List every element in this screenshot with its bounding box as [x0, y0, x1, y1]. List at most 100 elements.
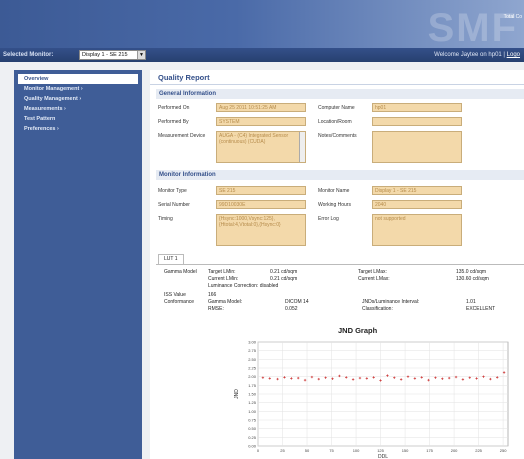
performed-by-label: Performed By	[158, 119, 189, 125]
y-axis-label: JND	[234, 389, 240, 399]
notes-label: Notes/Comments	[318, 133, 357, 139]
jnd-graph: 3.00 2.75 2.50 2.25 2.00 1.75 1.50 1.25 1.00 0.75…	[234, 340, 509, 459]
chevron-down-icon[interactable]: ▼	[137, 51, 145, 59]
iss-value: 166	[208, 292, 217, 298]
y-tick-label: 2.00	[248, 374, 257, 379]
jnd-interval-value: 1.01	[466, 299, 476, 305]
computer-name-field[interactable]: hp01	[372, 103, 462, 112]
working-hours-label: Working Hours	[318, 202, 351, 208]
luminance-correction: Luminance Correction: disabled	[208, 283, 279, 289]
rmse-label: RMSE:	[208, 306, 224, 312]
timing-label: Timing	[158, 216, 173, 222]
nav-item-monitor-management[interactable]: Monitor Management ›	[14, 84, 142, 94]
performed-on-field[interactable]: Aug 25 2011 10:51:25 AM	[216, 103, 306, 112]
main-content: Quality Report General Information Perfo…	[150, 70, 524, 459]
y-tick-label: 1.50	[248, 392, 257, 397]
chart-title: JND Graph	[338, 326, 378, 335]
monitor-info-heading: Monitor Information	[156, 170, 524, 180]
top-bar: Selected Monitor: Display 1 - SE 215 ▼ W…	[0, 48, 524, 62]
jnd-interval-label: JNDs/Luminance Interval:	[362, 299, 420, 305]
location-field[interactable]	[372, 117, 462, 126]
error-log-label: Error Log	[318, 216, 339, 222]
sidebar-nav: Overview Monitor Management › Quality Ma…	[14, 70, 142, 459]
selected-monitor-value: Display 1 - SE 215	[82, 52, 128, 58]
general-info-heading: General Information	[156, 89, 524, 99]
working-hours-field[interactable]: 2040	[372, 200, 462, 209]
measurement-device-field[interactable]: AUGA - (C4) Integrated Sensor (continuou…	[216, 131, 306, 163]
y-tick-label: 0.25	[248, 435, 257, 440]
scrollbar[interactable]	[299, 132, 305, 162]
y-tick-label: 1.00	[248, 409, 257, 414]
banner-corner-text: Total Co	[503, 14, 522, 20]
conformance-label: Conformance	[164, 299, 195, 305]
current-lmax-label: Current LMax:	[358, 276, 390, 282]
title-divider	[150, 84, 524, 85]
monitor-type-label: Monitor Type	[158, 188, 187, 194]
nav-item-preferences[interactable]: Preferences ›	[14, 124, 142, 134]
selected-monitor-label: Selected Monitor:	[3, 52, 54, 58]
measurement-device-label: Measurement Device	[158, 133, 206, 139]
target-lmax-label: Target LMax:	[358, 269, 387, 275]
y-tick-label: 2.50	[248, 357, 257, 362]
y-tick-label: 0.50	[248, 426, 257, 431]
nav-item-overview[interactable]: Overview	[18, 74, 138, 84]
serial-number-label: Serial Number	[158, 202, 190, 208]
current-lmin-value: 0.21 cd/sqm	[270, 276, 298, 282]
x-tick-label: 0	[257, 448, 260, 453]
y-tick-label: 0.75	[248, 418, 257, 423]
logout-link[interactable]: Logo	[507, 52, 520, 58]
y-tick-label: 0.00	[248, 444, 257, 449]
x-tick-label: 250	[500, 448, 507, 453]
x-tick-label: 125	[377, 448, 384, 453]
tab-lut-1[interactable]: LUT 1	[158, 254, 184, 264]
gamma-model-label: Gamma Model	[164, 269, 197, 275]
current-lmin-label: Current LMin:	[208, 276, 239, 282]
app-logo: SMF	[427, 6, 518, 48]
x-tick-label: 225	[475, 448, 482, 453]
iss-label: ISS Value	[164, 292, 186, 298]
target-lmin-value: 0.21 cd/sqm	[270, 269, 298, 275]
rmse-value: 0.052	[285, 306, 298, 312]
target-lmax-value: 135.0 cd/sqm	[456, 269, 487, 275]
welcome-text: Welcome Jaytee on hp01 | Logo	[434, 52, 520, 58]
timing-field[interactable]: {Hsync:1000,Vsync:125},{Htotal:4,Vtotal:…	[216, 214, 306, 246]
x-tick-label: 200	[451, 448, 458, 453]
gamma-model2-value: DICOM 14	[285, 299, 309, 305]
y-tick-label: 2.75	[248, 348, 257, 353]
x-tick-label: 25	[280, 448, 285, 453]
selected-monitor-dropdown[interactable]: Display 1 - SE 215 ▼	[79, 50, 146, 60]
x-tick-label: 50	[305, 448, 310, 453]
target-lmin-label: Target LMin:	[208, 269, 236, 275]
y-tick-label: 1.25	[248, 400, 257, 405]
error-log-field[interactable]: not supported	[372, 214, 462, 246]
x-tick-label: 100	[353, 448, 360, 453]
serial-number-field[interactable]: 99D10030E	[216, 200, 306, 209]
x-tick-label: 150	[402, 448, 409, 453]
performed-by-field[interactable]: SYSTEM	[216, 117, 306, 126]
monitor-type-field[interactable]: SE 215	[216, 186, 306, 195]
computer-name-label: Computer Name	[318, 105, 355, 111]
nav-item-measurements[interactable]: Measurements ›	[14, 104, 142, 114]
y-tick-label: 3.00	[248, 340, 257, 345]
gamma-model2-label: Gamma Model:	[208, 299, 243, 305]
x-axis-label: DDL	[378, 454, 388, 459]
location-label: Location/Room	[318, 119, 352, 125]
header-banner: SMF Total Co	[0, 0, 524, 48]
monitor-name-field[interactable]: Display 1 - SE 215	[372, 186, 462, 195]
notes-field[interactable]	[372, 131, 462, 163]
nav-item-quality-management[interactable]: Quality Management ›	[14, 94, 142, 104]
y-tick-label: 2.25	[248, 366, 257, 371]
monitor-name-label: Monitor Name	[318, 188, 350, 194]
page-title: Quality Report	[158, 73, 210, 82]
classification-value: EXCELLENT	[466, 306, 496, 312]
x-tick-label: 175	[426, 448, 433, 453]
x-tick-label: 75	[329, 448, 334, 453]
classification-label: Classification:	[362, 306, 393, 312]
nav-item-test-pattern[interactable]: Test Pattern	[14, 114, 142, 124]
current-lmax-value: 130.60 cd/sqm	[456, 276, 489, 282]
lut-tabs: LUT 1	[158, 254, 184, 264]
performed-on-label: Performed On	[158, 105, 190, 111]
y-tick-label: 1.75	[248, 383, 257, 388]
welcome-message: Welcome Jaytee on hp01 |	[434, 52, 505, 58]
measurement-device-value: AUGA - (C4) Integrated Sensor (continuou…	[219, 133, 289, 145]
